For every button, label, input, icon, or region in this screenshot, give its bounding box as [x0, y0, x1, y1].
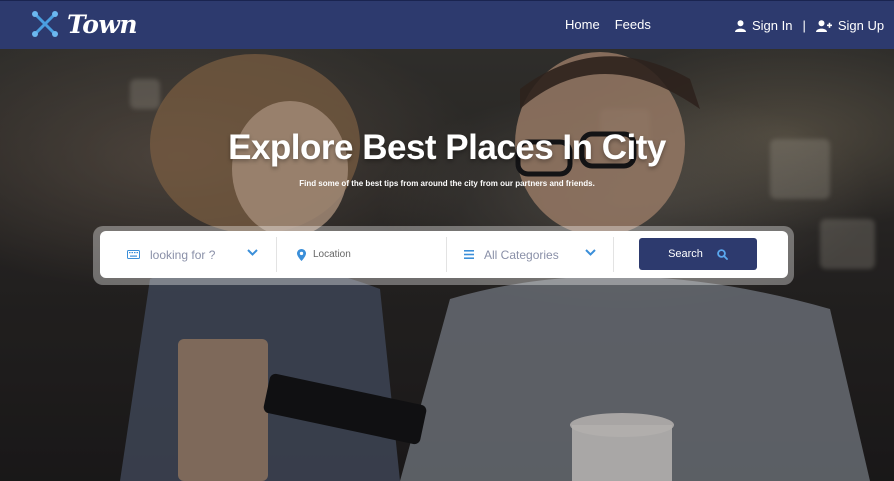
search-bar: looking for ? Location All Categories Se…: [100, 231, 788, 278]
user-icon: [735, 19, 746, 32]
top-navbar: Town Home Feeds Sign In | Sign Up: [0, 0, 894, 49]
category-select[interactable]: All Categories: [446, 237, 614, 272]
brand-logo[interactable]: Town: [31, 9, 138, 39]
sign-in-label: Sign In: [752, 18, 793, 33]
nav-link-home[interactable]: Home: [565, 17, 600, 32]
nav-link-feeds[interactable]: Feeds: [615, 17, 651, 32]
hero-subtitle: Find some of the best tips from around t…: [299, 179, 595, 188]
location-input[interactable]: Location: [313, 249, 351, 260]
search-divider: [613, 237, 614, 272]
chevron-down-icon[interactable]: [585, 249, 596, 256]
user-plus-icon: [815, 19, 832, 32]
hero-title: Explore Best Places In City: [228, 128, 666, 167]
sign-up-label: Sign Up: [837, 18, 885, 33]
x-dots-logo-icon: [32, 11, 58, 37]
auth-separator: |: [802, 18, 806, 33]
sign-up-link[interactable]: Sign Up: [815, 18, 885, 33]
list-icon: [464, 250, 474, 259]
brand-name: Town: [67, 9, 138, 39]
map-pin-icon: [297, 248, 306, 261]
search-button-label: Search: [668, 248, 703, 260]
category-value: All Categories: [484, 247, 559, 262]
search-icon: [717, 248, 728, 260]
search-button[interactable]: Search: [639, 238, 757, 270]
chevron-down-icon[interactable]: [247, 249, 258, 256]
keyboard-icon: [127, 250, 140, 259]
location-field[interactable]: Location: [276, 237, 446, 272]
keyword-field[interactable]: looking for ?: [100, 237, 276, 272]
sign-in-link[interactable]: Sign In: [735, 18, 792, 33]
main-nav: Home Feeds: [565, 17, 651, 32]
keyword-input[interactable]: looking for ?: [150, 248, 215, 262]
auth-links: Sign In | Sign Up: [735, 18, 884, 33]
